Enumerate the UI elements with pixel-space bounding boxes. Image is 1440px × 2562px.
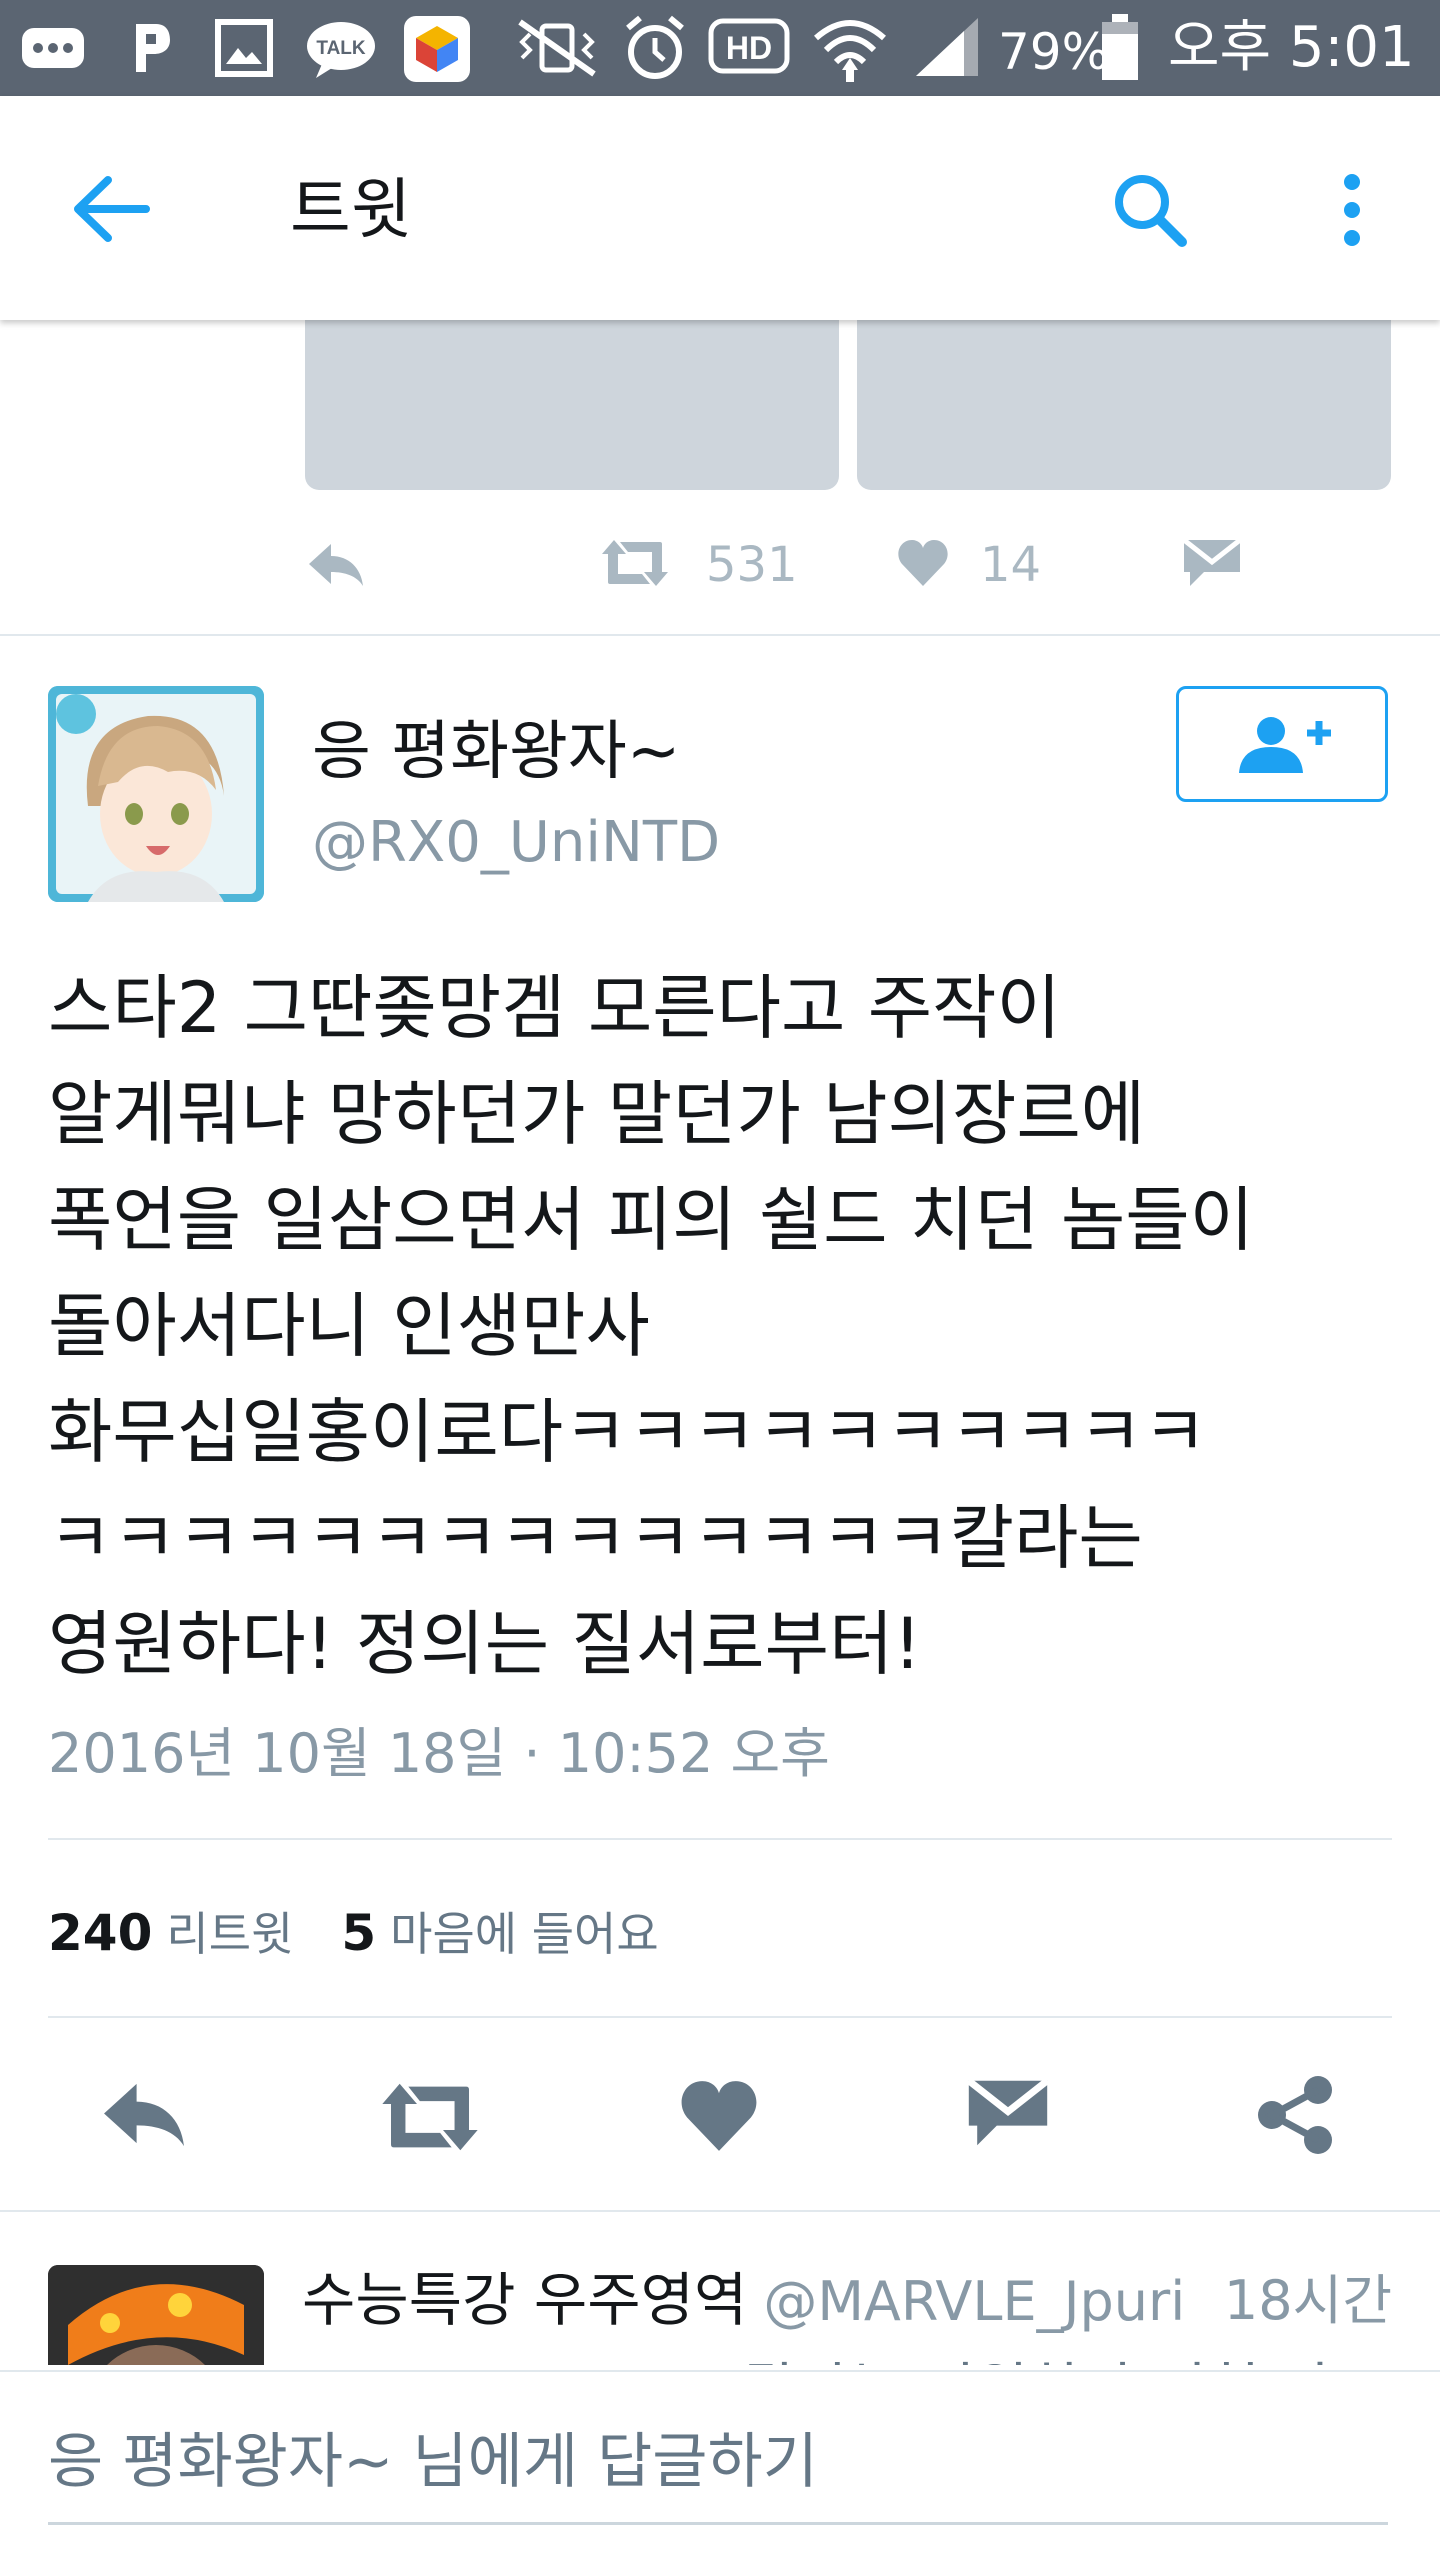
- hd-voice-icon: HD: [708, 18, 790, 74]
- alarm-icon: [626, 15, 684, 79]
- app-bar: 트윗: [0, 96, 1440, 320]
- direct-message-icon[interactable]: [966, 2078, 1050, 2148]
- follow-button[interactable]: [1176, 686, 1388, 802]
- wifi-icon: [814, 20, 886, 82]
- reply-time: 18시간: [1223, 2269, 1392, 2332]
- tweet-timestamp: 2016년 10월 18일 · 10:52 오후: [48, 1722, 830, 1785]
- reply-icon[interactable]: [98, 2078, 190, 2152]
- signal-icon: [916, 18, 978, 76]
- share-icon[interactable]: [1254, 2074, 1336, 2156]
- display-name[interactable]: 응 평화왕자~: [312, 712, 680, 792]
- parking-icon: [136, 24, 170, 72]
- reply-input[interactable]: 응 평화왕자~ 님에게 답글하기: [48, 2424, 818, 2500]
- user-handle[interactable]: @RX0_UniNTD: [312, 808, 720, 878]
- heart-icon[interactable]: [896, 538, 950, 588]
- retweet-icon[interactable]: [598, 536, 672, 590]
- input-underline: [48, 2522, 1388, 2525]
- reply-handle[interactable]: @MARVLE_Jpuri: [763, 2270, 1185, 2333]
- like-count: 14: [980, 537, 1042, 593]
- reply-tweet[interactable]: 수능특강 우주영역 @MARVLE_Jpuri 18시간 @RX0_UniNTD …: [0, 2205, 1440, 2365]
- like-label[interactable]: 마음에 들어요: [390, 1907, 659, 1961]
- reply-display-name[interactable]: 수능특강 우주영역: [302, 2266, 747, 2334]
- tweet-text-line: 알게뭐냐 망하던가 말던가 남의장르에: [48, 1073, 1146, 1155]
- app-cube-icon: [404, 16, 470, 82]
- overflow-menu-icon[interactable]: [1332, 170, 1372, 250]
- divider: [48, 1838, 1392, 1840]
- gallery-icon: [215, 19, 273, 77]
- tweet-text-line: 돌아서다니 인생만사: [48, 1285, 650, 1367]
- avatar-illustration: [48, 686, 264, 902]
- like-total[interactable]: 5: [341, 1904, 376, 1962]
- retweet-count: 531: [706, 537, 798, 593]
- add-user-icon: [1239, 717, 1331, 773]
- kakaotalk-icon: TALK: [307, 22, 375, 78]
- retweet-label[interactable]: 리트윗: [166, 1907, 293, 1961]
- direct-message-icon[interactable]: [1182, 538, 1242, 588]
- page-title: 트윗: [290, 171, 412, 248]
- media-thumbnail-left[interactable]: [305, 320, 839, 490]
- svg-text:HD: HD: [726, 30, 772, 66]
- media-thumbnail-right[interactable]: [857, 320, 1391, 490]
- retweet-icon[interactable]: [376, 2078, 484, 2156]
- tweet-text: 스타2 그딴좆망겜 모른다고 주작이 알게뭐냐 망하던가 말던가 남의장르에 폭…: [48, 955, 1388, 1697]
- retweet-total[interactable]: 240: [48, 1904, 152, 1962]
- tweet-text-line: 영원하다! 정의는 질서로부터!: [48, 1603, 922, 1685]
- vibrate-mute-icon: [518, 19, 596, 77]
- tweet-stats: 240 리트윗 5 마음에 들어요: [48, 1900, 659, 1967]
- avatar[interactable]: [48, 686, 264, 902]
- divider: [48, 2016, 1392, 2018]
- divider: [0, 634, 1440, 636]
- reply-icon[interactable]: [305, 540, 367, 590]
- chat-bubble-icon: [22, 28, 84, 68]
- battery-percent: 79%: [998, 23, 1110, 81]
- search-icon[interactable]: [1110, 170, 1190, 250]
- heart-icon[interactable]: [678, 2078, 760, 2154]
- back-arrow-icon[interactable]: [70, 174, 154, 244]
- tweet-text-line: ㅋㅋㅋㅋㅋㅋㅋㅋㅋㅋㅋㅋㅋㅋ칼라는: [48, 1497, 1143, 1579]
- tweet-text-line: 화무십일홍이로다ㅋㅋㅋㅋㅋㅋㅋㅋㅋㅋ: [48, 1391, 1208, 1473]
- tweet-text-line: 스타2 그딴좆망겜 모른다고 주작이: [48, 967, 1061, 1049]
- reply-author[interactable]: 수능특강 우주영역 @MARVLE_Jpuri: [302, 2261, 1185, 2341]
- clock: 오후 5:01: [1168, 15, 1415, 80]
- tweet-text-line: 폭언을 일삼으면서 피의 쉴드 치던 놈들이: [48, 1179, 1255, 1261]
- reply-compose-bar: 응 평화왕자~ 님에게 답글하기: [0, 2370, 1440, 2562]
- reply-avatar[interactable]: [48, 2265, 264, 2365]
- reply-text: @RX0_UniNTD 칼라는 영원하다 미친 각: [302, 2343, 1332, 2365]
- svg-text:TALK: TALK: [316, 38, 366, 59]
- status-bar: TALK HD 79% 오후 5:01: [0, 0, 1440, 96]
- reply-avatar-illustration: [48, 2265, 264, 2365]
- battery-icon: [1102, 14, 1138, 80]
